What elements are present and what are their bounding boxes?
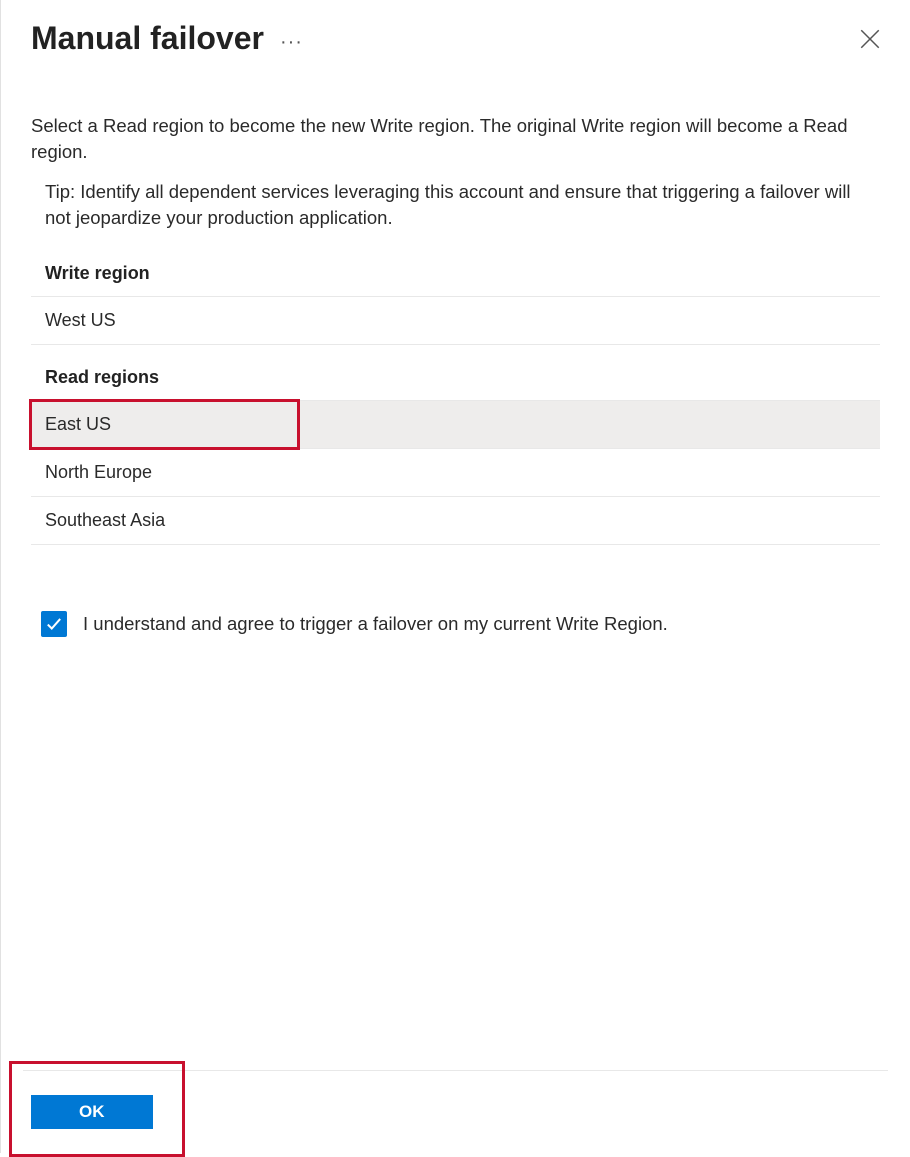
panel-header: Manual failover ···: [23, 0, 888, 65]
write-region-row: West US: [31, 297, 880, 345]
write-region-header: Write region: [31, 263, 880, 297]
confirm-text: I understand and agree to trigger a fail…: [83, 613, 668, 635]
read-regions-section: Read regions East US North Europe Southe…: [31, 367, 880, 545]
header-left: Manual failover ···: [31, 20, 303, 57]
close-button[interactable]: [860, 29, 880, 49]
confirm-checkbox[interactable]: [41, 611, 67, 637]
panel-footer: OK: [23, 1070, 888, 1153]
close-icon: [860, 29, 880, 49]
checkmark-icon: [45, 615, 63, 633]
read-region-label: East US: [45, 414, 111, 434]
write-region-section: Write region West US: [31, 263, 880, 345]
confirm-row: I understand and agree to trigger a fail…: [31, 567, 880, 637]
read-region-row[interactable]: East US: [31, 401, 880, 449]
panel-content: Select a Read region to become the new W…: [23, 65, 888, 1070]
read-region-label: Southeast Asia: [45, 510, 165, 530]
read-region-label: North Europe: [45, 462, 152, 482]
read-regions-header: Read regions: [31, 367, 880, 401]
description-text: Select a Read region to become the new W…: [31, 113, 880, 165]
page-title: Manual failover: [31, 20, 264, 57]
more-button[interactable]: ···: [280, 26, 303, 52]
tip-text: Tip: Identify all dependent services lev…: [31, 179, 880, 231]
read-region-row[interactable]: North Europe: [31, 449, 880, 497]
manual-failover-panel: Manual failover ··· Select a Read region…: [1, 0, 910, 1153]
ok-button[interactable]: OK: [31, 1095, 153, 1129]
read-region-row[interactable]: Southeast Asia: [31, 497, 880, 545]
